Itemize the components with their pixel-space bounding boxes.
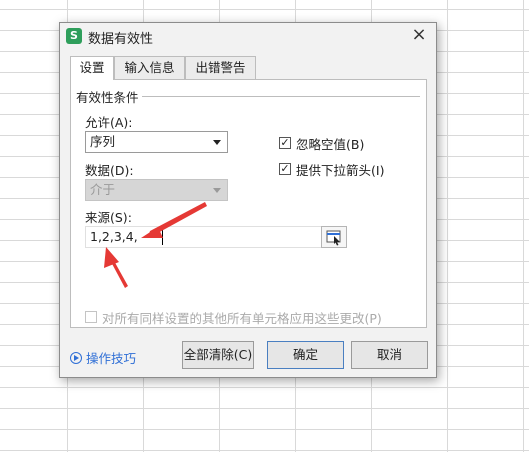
tab-input-message[interactable]: 输入信息 [114, 56, 185, 79]
in-cell-dropdown-checkbox[interactable]: ✓ [279, 163, 291, 175]
tab-settings[interactable]: 设置 [70, 56, 114, 80]
tips-link[interactable]: 操作技巧 [70, 348, 136, 367]
chevron-down-icon [213, 140, 221, 145]
apply-all-label: 对所有同样设置的其他所有单元格应用这些更改(P) [102, 311, 382, 326]
data-select-value: 介于 [90, 182, 116, 197]
settings-panel: 有效性条件 允许(A): 序列 数据(D): 介于 ✓ 忽略空值(B) ✓ 提供… [70, 79, 427, 328]
allow-label: 允许(A): [85, 115, 133, 130]
tab-error-alert[interactable]: 出错警告 [185, 56, 256, 79]
chevron-down-icon [213, 188, 221, 193]
clear-all-button[interactable]: 全部清除(C) [182, 341, 254, 369]
dialog-titlebar[interactable]: S 数据有效性 × [60, 23, 436, 49]
cancel-button[interactable]: 取消 [351, 341, 428, 369]
tips-link-label: 操作技巧 [86, 351, 137, 366]
data-label: 数据(D): [85, 163, 134, 178]
allow-select[interactable]: 序列 [85, 131, 228, 153]
in-cell-dropdown-label: 提供下拉箭头(I) [296, 163, 385, 178]
range-picker-icon [326, 230, 341, 246]
text-caret [162, 230, 163, 245]
apply-all-checkbox [85, 311, 97, 323]
ignore-blank-label: 忽略空值(B) [296, 137, 365, 152]
allow-select-value: 序列 [90, 134, 116, 149]
data-validation-dialog: S 数据有效性 × 设置 输入信息 出错警告 有效性条件 允许(A): 序列 数… [59, 22, 437, 378]
group-divider [141, 96, 420, 97]
range-select-button[interactable] [321, 226, 347, 248]
validation-criteria-label: 有效性条件 [76, 87, 142, 106]
source-input-value: 1,2,3,4, [90, 229, 138, 244]
close-icon[interactable]: × [410, 26, 428, 44]
wps-app-icon: S [66, 28, 82, 44]
ignore-blank-checkbox[interactable]: ✓ [279, 137, 291, 149]
source-input[interactable]: 1,2,3,4, [85, 226, 335, 248]
source-label: 来源(S): [85, 210, 132, 225]
dialog-title: 数据有效性 [88, 32, 154, 47]
play-circle-icon [70, 352, 82, 364]
data-select: 介于 [85, 179, 228, 201]
ok-button[interactable]: 确定 [267, 341, 344, 369]
